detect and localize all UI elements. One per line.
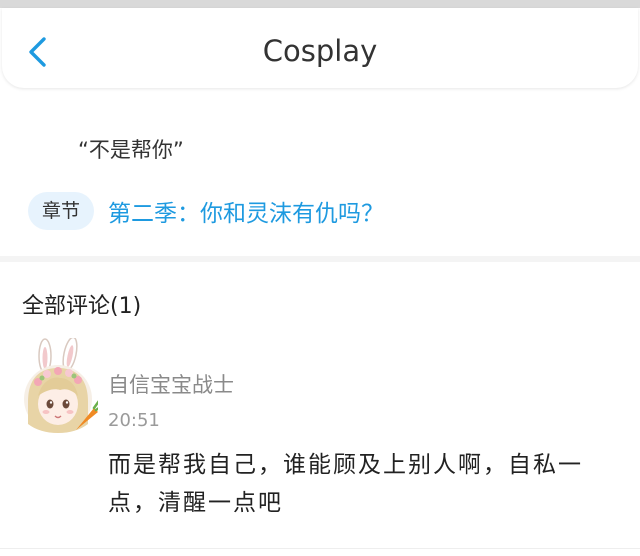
comment-timestamp: 20:51 [108, 410, 160, 431]
section-divider [0, 256, 640, 262]
comment-text: 而是帮我自己，谁能顾及上别人啊，自私一点，清醒一点吧 [108, 452, 583, 516]
chapter-badge: 章节 [28, 192, 95, 230]
chapter-row: 章节 第二季：你和灵沫有仇吗？ [28, 192, 384, 230]
avatar[interactable] [20, 336, 104, 438]
top-nav-bar: Cosplay [2, 8, 638, 88]
comments-heading: 全部评论(1) [22, 294, 142, 319]
post-quote: “不是帮你” [78, 138, 184, 162]
comment-username[interactable]: 自信宝宝战士 [108, 369, 234, 399]
bunny-girl-avatar-icon [24, 336, 104, 433]
status-bar-strip [0, 0, 640, 8]
chapter-link[interactable]: 第二季：你和灵沫有仇吗？ [108, 194, 384, 228]
page-title: Cosplay [262, 34, 378, 68]
comment-divider [0, 548, 640, 549]
